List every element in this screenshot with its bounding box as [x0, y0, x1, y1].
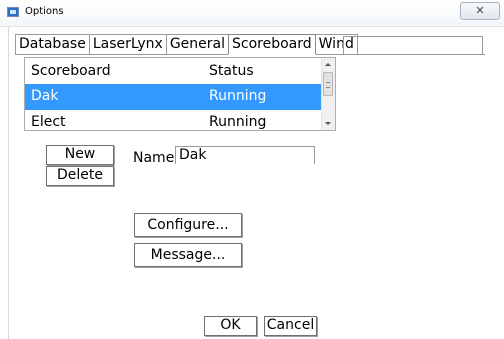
title-bar: Options ✕ — [0, 0, 504, 27]
tab-laserlynx[interactable]: LaserLynx — [88, 34, 167, 54]
message-button[interactable]: Message... — [134, 243, 242, 267]
scroll-down-icon[interactable] — [325, 122, 331, 125]
dialog-left-border — [8, 27, 9, 339]
list-header: Scoreboard Status — [25, 58, 323, 85]
row-name: Dak — [31, 88, 59, 104]
scroll-thumb[interactable] — [323, 72, 333, 96]
scroll-up-icon[interactable] — [325, 63, 331, 66]
options-window-icon — [7, 7, 19, 17]
window-title: Options — [25, 6, 64, 17]
column-header-scoreboard[interactable]: Scoreboard — [31, 63, 111, 79]
row-status: Running — [209, 88, 267, 104]
tab-database[interactable]: Database — [15, 34, 90, 54]
ok-button[interactable]: OK — [204, 316, 257, 336]
tab-strip-remainder — [343, 36, 483, 54]
tab-scoreboard[interactable]: Scoreboard — [228, 34, 316, 55]
tab-general[interactable]: General — [165, 34, 229, 54]
cancel-button[interactable]: Cancel — [264, 316, 317, 336]
scoreboard-list[interactable]: Scoreboard Status Dak Running Elect Runn… — [24, 57, 336, 131]
tab-strip: Database LaserLynx General Scoreboard Wi… — [15, 34, 358, 55]
configure-button[interactable]: Configure... — [134, 213, 242, 237]
options-window: Options ✕ Database LaserLynx General Sco… — [0, 0, 504, 339]
column-header-status[interactable]: Status — [209, 63, 254, 79]
close-icon[interactable]: ✕ — [460, 2, 500, 20]
new-button[interactable]: New — [46, 145, 114, 165]
name-field[interactable]: Dak — [175, 146, 315, 164]
delete-button[interactable]: Delete — [46, 166, 114, 186]
list-item[interactable]: Elect Running — [25, 110, 323, 130]
row-name: Elect — [31, 114, 66, 130]
row-status: Running — [209, 114, 267, 130]
name-label: Name: — [133, 150, 180, 166]
list-item[interactable]: Dak Running — [25, 84, 323, 110]
list-scrollbar[interactable] — [321, 58, 335, 130]
